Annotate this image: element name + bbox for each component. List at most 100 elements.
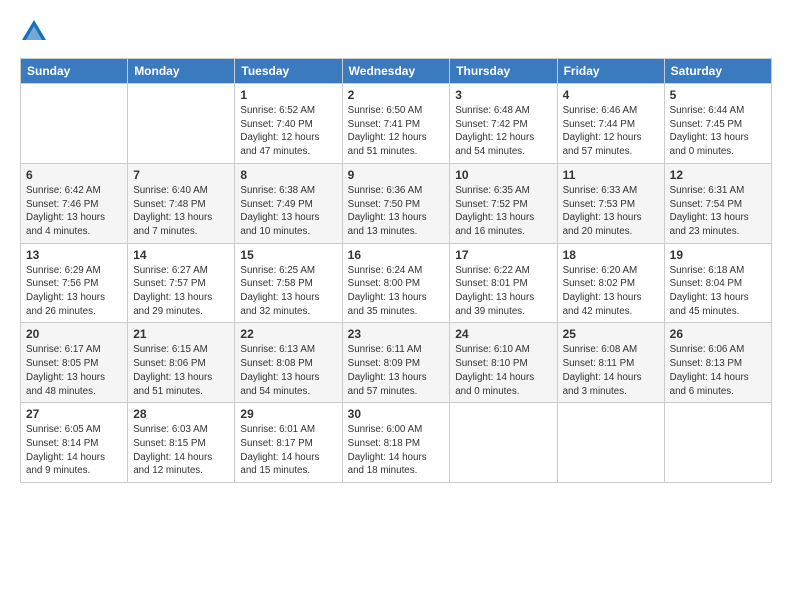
calendar-header-row: SundayMondayTuesdayWednesdayThursdayFrid… [21,59,772,84]
day-info: Sunrise: 6:03 AM Sunset: 8:15 PM Dayligh… [133,423,229,478]
day-number: 25 [563,327,659,341]
day-number: 19 [670,248,766,262]
calendar-day-cell [557,403,664,483]
day-number: 15 [240,248,336,262]
calendar-day-cell: 21 Sunrise: 6:15 AM Sunset: 8:06 PM Dayli… [128,323,235,403]
day-info: Sunrise: 6:50 AM Sunset: 7:41 PM Dayligh… [348,104,445,159]
calendar-day-cell: 8 Sunrise: 6:38 AM Sunset: 7:49 PM Daylig… [235,163,342,243]
calendar-day-cell: 14 Sunrise: 6:27 AM Sunset: 7:57 PM Dayli… [128,243,235,323]
calendar-day-cell: 30 Sunrise: 6:00 AM Sunset: 8:18 PM Dayli… [342,403,450,483]
logo [20,18,52,46]
day-info: Sunrise: 6:15 AM Sunset: 8:06 PM Dayligh… [133,343,229,398]
calendar-day-cell: 1Sunrise: 6:52 AM Sunset: 7:40 PM Daylig… [235,84,342,164]
day-info: Sunrise: 6:06 AM Sunset: 8:13 PM Dayligh… [670,343,766,398]
calendar-day-cell: 7 Sunrise: 6:40 AM Sunset: 7:48 PM Daylig… [128,163,235,243]
page: SundayMondayTuesdayWednesdayThursdayFrid… [0,0,792,493]
day-number: 30 [348,407,445,421]
day-info: Sunrise: 6:01 AM Sunset: 8:17 PM Dayligh… [240,423,336,478]
weekday-header: Sunday [21,59,128,84]
day-info: Sunrise: 6:27 AM Sunset: 7:57 PM Dayligh… [133,264,229,319]
day-number: 9 [348,168,445,182]
day-number: 11 [563,168,659,182]
calendar-day-cell [128,84,235,164]
calendar-day-cell [21,84,128,164]
calendar-day-cell: 22 Sunrise: 6:13 AM Sunset: 8:08 PM Dayli… [235,323,342,403]
calendar-day-cell: 27 Sunrise: 6:05 AM Sunset: 8:14 PM Dayli… [21,403,128,483]
day-info: Sunrise: 6:36 AM Sunset: 7:50 PM Dayligh… [348,184,445,239]
calendar-day-cell: 17 Sunrise: 6:22 AM Sunset: 8:01 PM Dayli… [450,243,557,323]
day-info: Sunrise: 6:52 AM Sunset: 7:40 PM Dayligh… [240,104,336,159]
calendar-day-cell: 12 Sunrise: 6:31 AM Sunset: 7:54 PM Dayli… [664,163,771,243]
calendar-week-row: 20Sunrise: 6:17 AM Sunset: 8:05 PM Dayli… [21,323,772,403]
calendar-day-cell: 13Sunrise: 6:29 AM Sunset: 7:56 PM Dayli… [21,243,128,323]
day-info: Sunrise: 6:40 AM Sunset: 7:48 PM Dayligh… [133,184,229,239]
day-number: 23 [348,327,445,341]
weekday-header: Friday [557,59,664,84]
weekday-header: Tuesday [235,59,342,84]
day-info: Sunrise: 6:24 AM Sunset: 8:00 PM Dayligh… [348,264,445,319]
calendar-day-cell: 26 Sunrise: 6:06 AM Sunset: 8:13 PM Dayli… [664,323,771,403]
weekday-header: Monday [128,59,235,84]
day-number: 22 [240,327,336,341]
weekday-header: Wednesday [342,59,450,84]
calendar-day-cell: 2Sunrise: 6:50 AM Sunset: 7:41 PM Daylig… [342,84,450,164]
day-number: 17 [455,248,551,262]
calendar-week-row: 13Sunrise: 6:29 AM Sunset: 7:56 PM Dayli… [21,243,772,323]
calendar-day-cell: 29 Sunrise: 6:01 AM Sunset: 8:17 PM Dayli… [235,403,342,483]
day-info: Sunrise: 6:08 AM Sunset: 8:11 PM Dayligh… [563,343,659,398]
day-info: Sunrise: 6:29 AM Sunset: 7:56 PM Dayligh… [26,264,122,319]
calendar-day-cell: 10Sunrise: 6:35 AM Sunset: 7:52 PM Dayli… [450,163,557,243]
calendar-day-cell: 3Sunrise: 6:48 AM Sunset: 7:42 PM Daylig… [450,84,557,164]
day-number: 4 [563,88,659,102]
day-number: 18 [563,248,659,262]
day-info: Sunrise: 6:00 AM Sunset: 8:18 PM Dayligh… [348,423,445,478]
day-number: 20 [26,327,122,341]
day-info: Sunrise: 6:31 AM Sunset: 7:54 PM Dayligh… [670,184,766,239]
day-number: 8 [240,168,336,182]
day-number: 6 [26,168,122,182]
calendar-table: SundayMondayTuesdayWednesdayThursdayFrid… [20,58,772,483]
calendar-day-cell: 20Sunrise: 6:17 AM Sunset: 8:05 PM Dayli… [21,323,128,403]
day-info: Sunrise: 6:42 AM Sunset: 7:46 PM Dayligh… [26,184,122,239]
day-number: 21 [133,327,229,341]
day-info: Sunrise: 6:46 AM Sunset: 7:44 PM Dayligh… [563,104,659,159]
calendar-day-cell: 4 Sunrise: 6:46 AM Sunset: 7:44 PM Daylig… [557,84,664,164]
weekday-header: Thursday [450,59,557,84]
calendar-day-cell [664,403,771,483]
day-number: 7 [133,168,229,182]
calendar-day-cell: 5 Sunrise: 6:44 AM Sunset: 7:45 PM Daylig… [664,84,771,164]
day-number: 24 [455,327,551,341]
day-info: Sunrise: 6:25 AM Sunset: 7:58 PM Dayligh… [240,264,336,319]
day-info: Sunrise: 6:38 AM Sunset: 7:49 PM Dayligh… [240,184,336,239]
day-number: 27 [26,407,122,421]
day-info: Sunrise: 6:18 AM Sunset: 8:04 PM Dayligh… [670,264,766,319]
day-number: 28 [133,407,229,421]
day-number: 3 [455,88,551,102]
day-number: 5 [670,88,766,102]
header [20,18,772,46]
calendar-week-row: 6 Sunrise: 6:42 AM Sunset: 7:46 PM Daylig… [21,163,772,243]
day-number: 14 [133,248,229,262]
day-info: Sunrise: 6:13 AM Sunset: 8:08 PM Dayligh… [240,343,336,398]
day-number: 16 [348,248,445,262]
logo-icon [20,18,48,46]
day-number: 12 [670,168,766,182]
calendar-day-cell [450,403,557,483]
day-number: 26 [670,327,766,341]
calendar-day-cell: 24 Sunrise: 6:10 AM Sunset: 8:10 PM Dayli… [450,323,557,403]
calendar-day-cell: 18 Sunrise: 6:20 AM Sunset: 8:02 PM Dayli… [557,243,664,323]
day-info: Sunrise: 6:20 AM Sunset: 8:02 PM Dayligh… [563,264,659,319]
calendar-week-row: 1Sunrise: 6:52 AM Sunset: 7:40 PM Daylig… [21,84,772,164]
day-info: Sunrise: 6:33 AM Sunset: 7:53 PM Dayligh… [563,184,659,239]
day-info: Sunrise: 6:22 AM Sunset: 8:01 PM Dayligh… [455,264,551,319]
day-info: Sunrise: 6:10 AM Sunset: 8:10 PM Dayligh… [455,343,551,398]
day-info: Sunrise: 6:44 AM Sunset: 7:45 PM Dayligh… [670,104,766,159]
calendar-day-cell: 28 Sunrise: 6:03 AM Sunset: 8:15 PM Dayli… [128,403,235,483]
calendar-day-cell: 11 Sunrise: 6:33 AM Sunset: 7:53 PM Dayli… [557,163,664,243]
day-info: Sunrise: 6:05 AM Sunset: 8:14 PM Dayligh… [26,423,122,478]
day-number: 29 [240,407,336,421]
calendar-day-cell: 15 Sunrise: 6:25 AM Sunset: 7:58 PM Dayli… [235,243,342,323]
calendar-day-cell: 23Sunrise: 6:11 AM Sunset: 8:09 PM Dayli… [342,323,450,403]
calendar-day-cell: 19 Sunrise: 6:18 AM Sunset: 8:04 PM Dayli… [664,243,771,323]
day-info: Sunrise: 6:35 AM Sunset: 7:52 PM Dayligh… [455,184,551,239]
